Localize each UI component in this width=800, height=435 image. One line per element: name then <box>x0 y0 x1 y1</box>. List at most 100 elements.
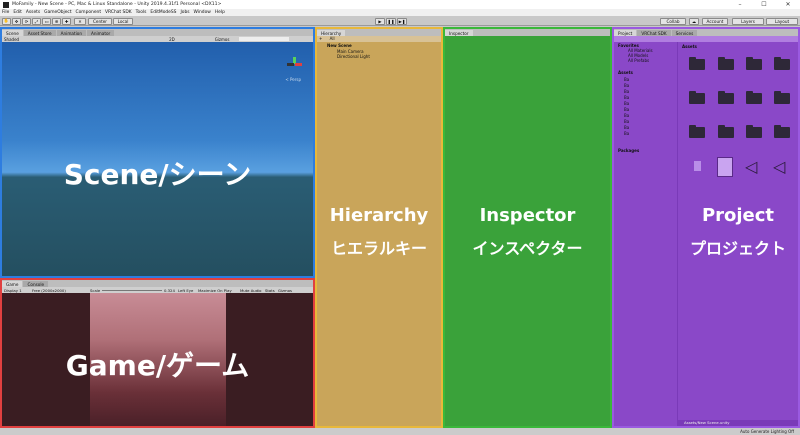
pause-button[interactable]: ❚❚ <box>386 17 396 25</box>
project-overlay-label-ja: プロジェクト <box>689 239 786 258</box>
hierarchy-create-button[interactable]: + <box>319 36 322 41</box>
eye-dropdown[interactable]: Left Eye <box>178 288 198 293</box>
minimize-icon[interactable]: – <box>728 0 752 9</box>
menu-jobs[interactable]: Jobs <box>180 10 189 15</box>
game-panel[interactable]: Game Console Display 1 Free (2000x2000) … <box>0 278 315 428</box>
folder-icon[interactable] <box>689 91 705 104</box>
tab-inspector[interactable]: Inspector <box>445 30 473 36</box>
status-text: Auto Generate Lighting Off <box>740 429 794 434</box>
folder-icon[interactable] <box>774 91 790 104</box>
scene-overlay-label: Scene/シーン <box>63 158 252 191</box>
menu-file[interactable]: File <box>2 10 9 15</box>
custom-tool-icon[interactable]: ✚ <box>62 17 71 25</box>
menu-edit[interactable]: Edit <box>13 10 22 15</box>
2d-toggle[interactable]: 2D <box>169 37 175 42</box>
asset-folder-item[interactable]: Ba <box>624 131 629 136</box>
asset-grid-title: Assets <box>682 44 697 49</box>
folder-icon[interactable] <box>746 91 762 104</box>
menu-component[interactable]: Component <box>76 10 102 15</box>
folder-icon[interactable] <box>718 125 734 138</box>
status-bar: Auto Generate Lighting Off <box>0 428 800 435</box>
transform-tool-icon[interactable]: ⊕ <box>52 17 61 25</box>
resolution-dropdown[interactable]: Free (2000x2000) <box>32 288 90 293</box>
scene-root-item[interactable]: New Scene <box>327 43 352 48</box>
shading-dropdown[interactable]: Shaded <box>4 37 19 42</box>
maximize-on-play-toggle[interactable]: Maximize On Play <box>198 288 240 293</box>
asset-folder-item[interactable]: Ba <box>624 113 629 118</box>
asset-folder-item[interactable]: Ba <box>624 119 629 124</box>
persp-label: < Persp <box>285 77 301 82</box>
asset-folder-item[interactable]: Ba <box>624 107 629 112</box>
project-panel[interactable]: Project VRChat SDK Services Favorites Al… <box>612 27 800 428</box>
folder-icon[interactable] <box>774 57 790 70</box>
scene-tabstrip: Scene Asset Store Animation Animator <box>2 29 313 36</box>
maximize-icon[interactable]: ☐ <box>752 0 776 9</box>
move-tool-icon[interactable]: ✥ <box>12 17 21 25</box>
collab-button[interactable]: Collab <box>660 17 686 25</box>
asset-folder-item[interactable]: Ba <box>624 95 629 100</box>
assets-tree-header[interactable]: Assets <box>618 70 633 75</box>
file-icon[interactable] <box>694 161 701 171</box>
unity-editor-window: MoFamily - New Scene - PC, Mac & Linux S… <box>0 0 800 435</box>
project-tree: Favorites All Materials All Models All P… <box>614 42 678 426</box>
scale-tool-icon[interactable]: ⤢ <box>32 17 41 25</box>
window-title: MoFamily - New Scene - PC, Mac & Linux S… <box>12 2 222 7</box>
hierarchy-item-directional-light[interactable]: Directional Light <box>337 54 370 59</box>
hierarchy-search-input[interactable]: All <box>330 36 335 41</box>
asset-folder-item[interactable]: Ba <box>624 89 629 94</box>
folder-icon[interactable] <box>689 57 705 70</box>
menu-help[interactable]: Help <box>215 10 225 15</box>
display-dropdown[interactable]: Display 1 <box>4 288 32 293</box>
asset-folder-item[interactable]: Ba <box>624 83 629 88</box>
menu-editmodess[interactable]: EditModeSS <box>150 10 176 15</box>
folder-icon[interactable] <box>774 125 790 138</box>
step-button[interactable]: ▶❚ <box>397 17 407 25</box>
folder-icon[interactable] <box>689 125 705 138</box>
project-overlay-label-en: Project <box>701 205 775 226</box>
game-tabstrip: Game Console <box>2 280 313 287</box>
folder-icon[interactable] <box>718 91 734 104</box>
inspector-overlay-label-en: Inspector <box>479 205 576 226</box>
layout-dropdown[interactable]: Layout <box>766 17 798 25</box>
packages-header[interactable]: Packages <box>618 148 639 153</box>
account-dropdown[interactable]: Account <box>702 17 728 25</box>
menu-tools[interactable]: Tools <box>136 10 147 15</box>
unity-scene-icon[interactable]: ◁ <box>745 157 757 176</box>
cloud-icon[interactable]: ☁ <box>689 17 699 25</box>
folder-icon[interactable] <box>746 57 762 70</box>
folder-icon[interactable] <box>718 57 734 70</box>
menu-window[interactable]: Window <box>194 10 211 15</box>
rect-tool-icon[interactable]: ▭ <box>42 17 51 25</box>
project-tabstrip: Project VRChat SDK Services <box>614 29 798 36</box>
inspector-panel[interactable]: Inspector Inspector インスペクター <box>443 27 612 428</box>
pivot-center-toggle[interactable]: Center <box>88 17 112 25</box>
scale-slider[interactable] <box>102 289 162 291</box>
hand-tool-icon[interactable]: ✋ <box>2 17 11 25</box>
tools-icon[interactable]: ✕ <box>74 17 86 25</box>
menu-gameobject[interactable]: GameObject <box>44 10 71 15</box>
menu-assets[interactable]: Assets <box>26 10 40 15</box>
gizmos-dropdown[interactable]: Gizmos <box>215 37 230 42</box>
scene-orientation-gizmo[interactable] <box>287 57 303 73</box>
asset-folder-item[interactable]: Ba <box>624 101 629 106</box>
document-icon[interactable] <box>717 157 733 177</box>
mute-audio-toggle[interactable]: Mute Audio <box>240 288 265 293</box>
rotate-tool-icon[interactable]: ⟳ <box>22 17 31 25</box>
unity-scene-icon[interactable]: ◁ <box>773 157 785 176</box>
scene-panel[interactable]: Scene Asset Store Animation Animator Sha… <box>0 27 315 278</box>
pivot-local-toggle[interactable]: Local <box>113 17 133 25</box>
stats-toggle[interactable]: Stats <box>265 288 278 293</box>
menu-vrchat-sdk[interactable]: VRChat SDK <box>105 10 132 15</box>
asset-folder-item[interactable]: Ba <box>624 125 629 130</box>
hierarchy-panel[interactable]: Hierarchy + All New Scene Main Camera Di… <box>315 27 443 428</box>
asset-folder-item[interactable]: Ba <box>624 77 629 82</box>
game-gizmos-dropdown[interactable]: Gizmos <box>278 288 292 293</box>
folder-icon[interactable] <box>746 125 762 138</box>
hierarchy-overlay-label-en: Hierarchy <box>329 205 429 226</box>
favorite-all-prefabs[interactable]: All Prefabs <box>628 58 649 63</box>
layers-dropdown[interactable]: Layers <box>732 17 764 25</box>
hierarchy-overlay-label-ja: ヒエラルキー <box>330 239 427 258</box>
play-button[interactable]: ▶ <box>375 17 385 25</box>
close-icon[interactable]: ✕ <box>776 0 800 9</box>
scene-search-input[interactable] <box>239 37 290 41</box>
